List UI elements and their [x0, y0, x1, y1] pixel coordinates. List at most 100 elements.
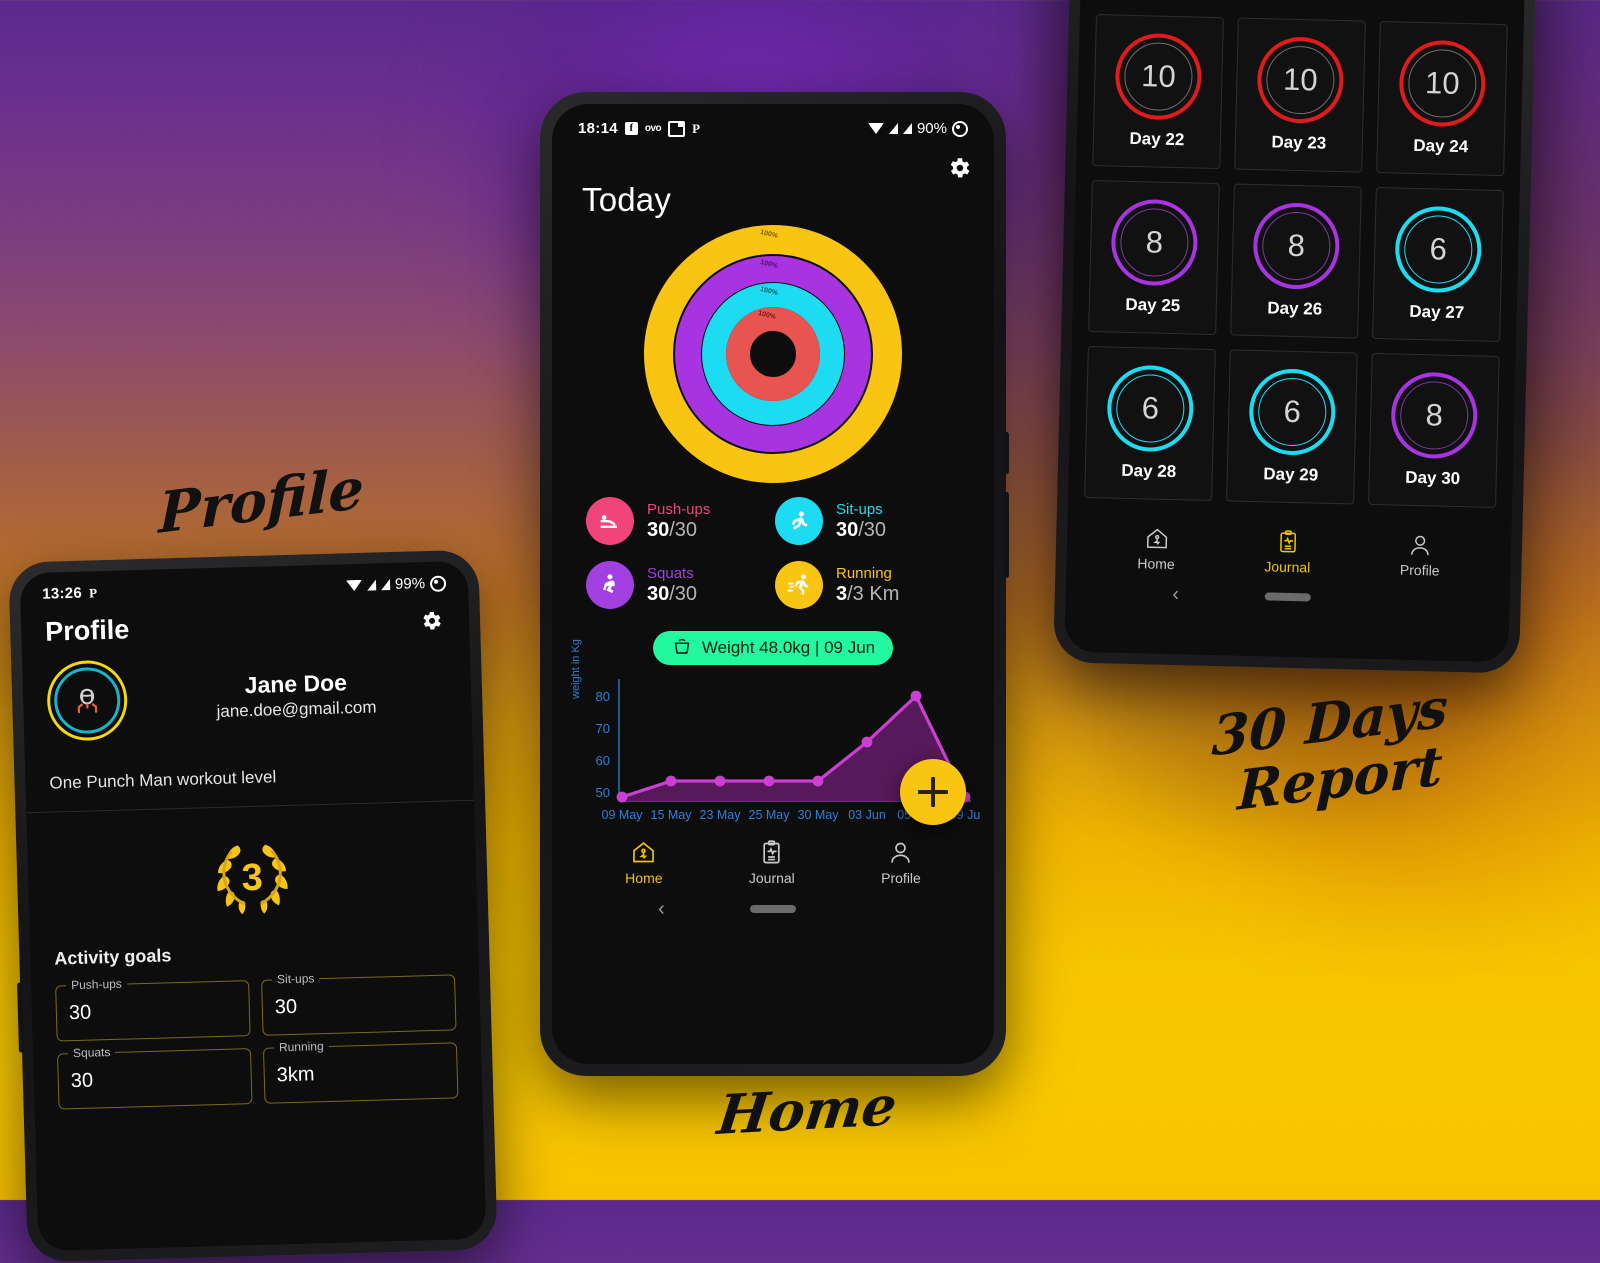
nav-item-profile[interactable]: Profile	[1400, 532, 1441, 579]
pinterest-icon: P	[88, 584, 98, 600]
phone-report: 10 Day 22 10 Day 23 10 Day 24 8 Day 25 8…	[1053, 0, 1537, 674]
signal-icon	[888, 123, 898, 134]
day-label: Day 29	[1263, 464, 1319, 485]
level-badge: 3	[26, 801, 478, 945]
home-indicator[interactable]	[1264, 592, 1311, 602]
field-label: Squats	[67, 1044, 116, 1061]
stat-squats[interactable]: Squats 30/30	[586, 561, 771, 609]
day-cell[interactable]: 6 Day 27	[1372, 186, 1504, 343]
chart-xtick: 23 May	[700, 808, 742, 822]
chart-xtick: 15 May	[651, 808, 693, 822]
day-ring: 10	[1114, 32, 1203, 121]
field-squats[interactable]: Squats 30	[57, 1044, 253, 1110]
nav-item-journal[interactable]: Journal	[1264, 528, 1311, 575]
day-ring: 10	[1256, 36, 1345, 125]
profile-user-row: Jane Doe jane.doe@gmail.com	[22, 636, 473, 758]
day-cell[interactable]: 10 Day 22	[1092, 14, 1224, 170]
day-cell[interactable]: 10 Day 23	[1234, 17, 1366, 173]
gear-icon[interactable]	[419, 608, 446, 635]
stat-pushups[interactable]: Push-ups 30/30	[586, 497, 771, 545]
day-value: 8	[1287, 227, 1306, 264]
home-icon	[633, 841, 655, 863]
day-label: Day 23	[1271, 132, 1327, 153]
person-icon	[891, 842, 911, 863]
gesture-bar: ‹	[552, 886, 994, 932]
annotation-profile: Profile	[158, 455, 365, 547]
nav-item-journal[interactable]: Journal	[749, 839, 795, 886]
back-icon[interactable]: ‹	[658, 899, 665, 919]
gear-icon[interactable]	[946, 155, 972, 181]
weight-chart: weight in Kg 80 70 60 50 09 May 15 May 2…	[566, 639, 980, 825]
back-icon[interactable]: ‹	[1172, 583, 1179, 605]
field-label: Push-ups	[65, 976, 128, 993]
home-header	[552, 155, 994, 181]
stat-value: 30/30	[647, 582, 698, 605]
weight-text: Weight 48.0kg | 09 Jun	[701, 638, 876, 657]
profile-screen: 13:26 P 99% Profile Jane Doe jane.doe@gm…	[19, 560, 487, 1252]
day-ring: 8	[1110, 198, 1199, 287]
status-time: 18:14	[578, 120, 618, 137]
stat-situps[interactable]: Sit-ups 30/30	[775, 497, 960, 545]
home-screen: 18:14 f ovo P 90% Today 100% 100% 100% 1…	[552, 104, 994, 1064]
field-label: Sit-ups	[271, 971, 320, 987]
woman-avatar-icon	[53, 666, 122, 735]
day-value: 10	[1140, 58, 1177, 95]
day-cell[interactable]: 6 Day 28	[1084, 345, 1216, 502]
nav-item-home[interactable]: Home	[1137, 525, 1175, 572]
weight-badge[interactable]: Weight 48.0kg | 09 Jun	[652, 631, 894, 665]
day-cell[interactable]: 10 Day 24	[1376, 20, 1508, 177]
pinterest-icon: P	[692, 120, 701, 136]
facebook-icon: f	[624, 122, 638, 135]
chart-ytick: 50	[596, 785, 610, 800]
chart-xtick: 03 Jun	[848, 808, 886, 822]
pushup-icon	[586, 497, 634, 545]
day-value: 8	[1425, 397, 1444, 433]
status-time: 13:26	[41, 584, 83, 603]
status-bar: 13:26 P 99%	[20, 561, 469, 603]
day-label: Day 24	[1413, 135, 1469, 157]
nav-item-home[interactable]: Home	[625, 839, 663, 886]
nav-label: Journal	[748, 870, 795, 886]
day-cell[interactable]: 8 Day 25	[1088, 180, 1220, 336]
battery-percent: 99%	[394, 575, 426, 593]
day-label: Day 28	[1121, 460, 1177, 482]
day-ring: 10	[1398, 39, 1487, 128]
nav-item-profile[interactable]: Profile	[881, 839, 921, 886]
signal-icon	[902, 123, 912, 134]
add-entry-fab[interactable]	[900, 759, 966, 825]
field-label: Running	[273, 1038, 329, 1055]
squat-icon	[586, 561, 634, 609]
home-icon	[1146, 528, 1167, 549]
clipboard-icon	[1279, 530, 1296, 553]
level-number: 3	[241, 857, 263, 900]
record-icon	[429, 574, 447, 592]
day-value: 10	[1282, 61, 1319, 98]
avatar[interactable]	[46, 659, 129, 742]
bottom-nav: Home Journal Profile	[552, 839, 994, 886]
home-indicator[interactable]	[750, 905, 796, 913]
stat-value: 3/3 Km	[836, 582, 900, 605]
day-cell[interactable]: 6 Day 29	[1226, 349, 1358, 505]
day-ring: 6	[1248, 367, 1337, 457]
weight-pill-row: Weight 48.0kg | 09 Jun	[552, 631, 994, 665]
stat-value: 30/30	[647, 518, 698, 541]
day-label: Day 22	[1129, 128, 1185, 150]
stat-label: Sit-ups	[836, 500, 883, 518]
field-situps[interactable]: Sit-ups 30	[261, 971, 457, 1036]
day-cell[interactable]: 8 Day 30	[1368, 352, 1500, 508]
wifi-icon	[345, 579, 363, 592]
day-ring: 8	[1252, 201, 1341, 291]
day-value: 6	[1283, 393, 1302, 430]
field-pushups[interactable]: Push-ups 30	[55, 976, 251, 1042]
stat-running[interactable]: Running 3/3 Km	[775, 561, 960, 609]
stat-label: Running	[836, 564, 892, 582]
ovo-icon: ovo	[644, 123, 662, 134]
signal-icon	[366, 579, 377, 591]
chart-ytick: 70	[596, 721, 610, 736]
ring-pushups	[726, 307, 820, 401]
field-running[interactable]: Running 3km	[262, 1038, 459, 1104]
field-value: 30	[70, 1069, 94, 1092]
day-cell[interactable]: 8 Day 26	[1230, 183, 1362, 339]
situp-icon	[775, 497, 823, 545]
phone-profile: 13:26 P 99% Profile Jane Doe jane.doe@gm…	[8, 549, 498, 1263]
